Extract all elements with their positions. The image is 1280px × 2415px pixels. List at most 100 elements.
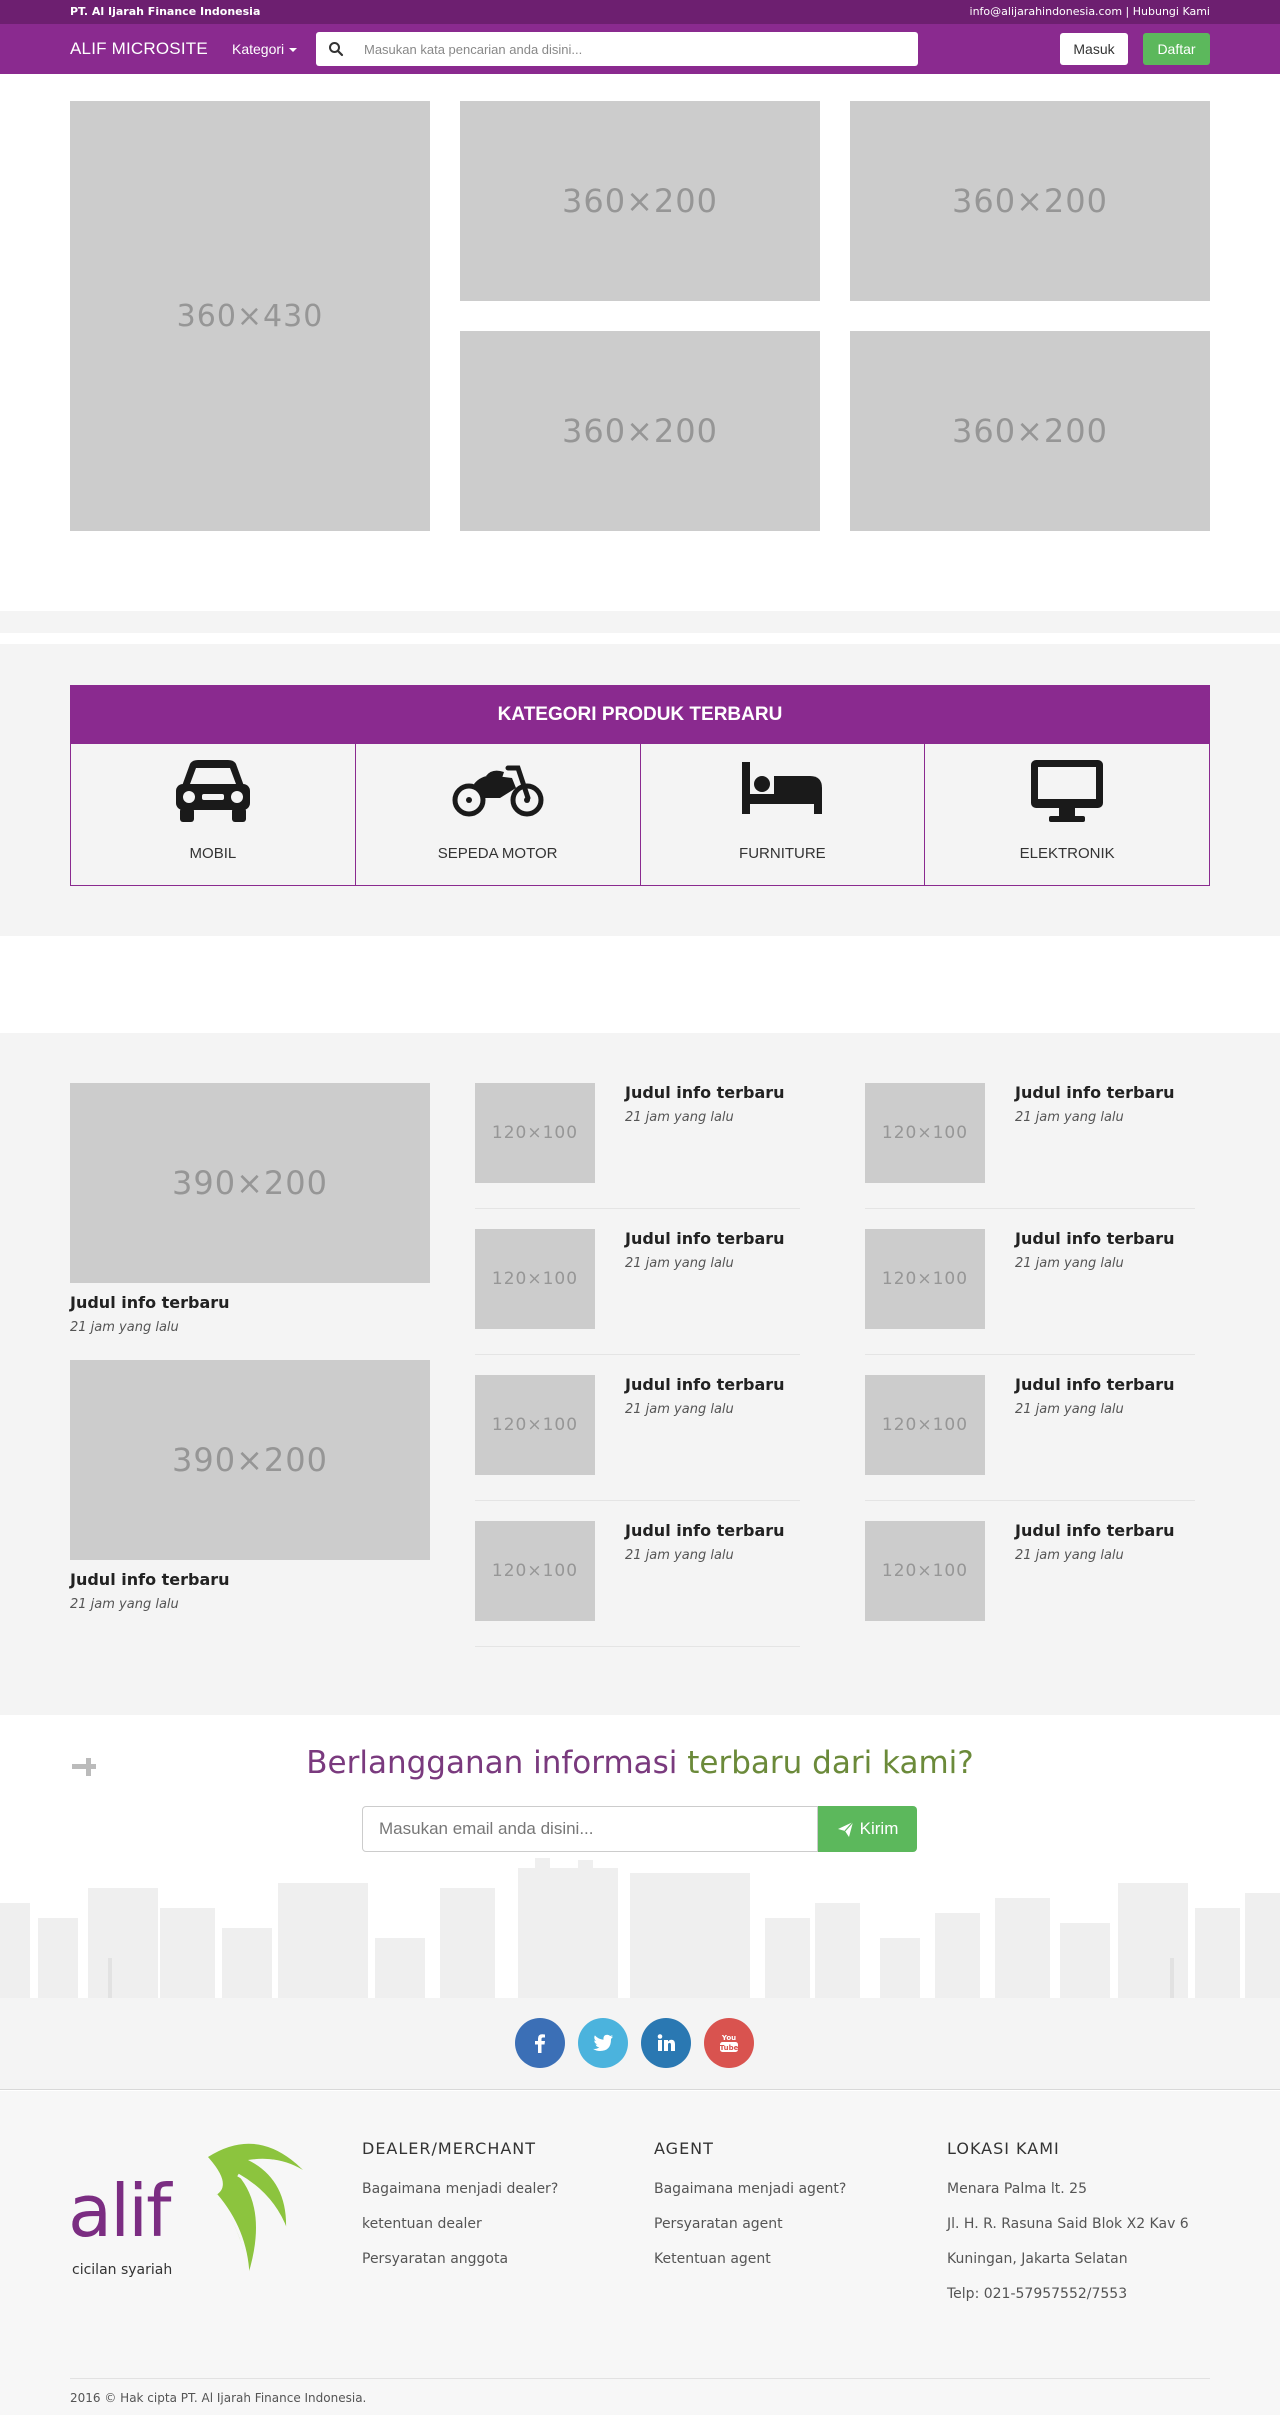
- footer-dealer-link[interactable]: ketentuan dealer: [362, 2216, 482, 2232]
- news-thumb-image[interactable]: 120×100: [865, 1521, 985, 1621]
- news-featured-time: 21 jam yang lalu: [70, 1597, 179, 1612]
- search-icon: [329, 42, 344, 57]
- caret-down-icon: [289, 48, 298, 53]
- subscribe-title: Berlangganan informasi terbaru dari kami…: [0, 1745, 1280, 1781]
- footer-dealer-title: DEALER/MERCHANT: [362, 2139, 537, 2158]
- news-separator: [475, 1500, 800, 1501]
- news-thumb-image[interactable]: 120×100: [865, 1375, 985, 1475]
- kategori-dropdown[interactable]: Kategori: [232, 41, 298, 57]
- footer-divider: [70, 2378, 1210, 2379]
- hero-tile-image[interactable]: 360×200: [850, 331, 1210, 531]
- subscribe-form: Kirim: [362, 1806, 917, 1852]
- twitter-button[interactable]: [578, 2018, 628, 2068]
- facebook-icon: [535, 2034, 545, 2053]
- news-featured-title[interactable]: Judul info terbaru: [70, 1293, 230, 1312]
- search-input[interactable]: [364, 38, 904, 60]
- kategori-label: MOBIL: [189, 845, 237, 862]
- news-separator: [865, 1500, 1195, 1501]
- contact-email-link[interactable]: info@alijarahindonesia.com: [970, 5, 1123, 18]
- logo-text: alif: [68, 2169, 171, 2253]
- kategori-label: SEPEDA MOTOR: [437, 845, 558, 862]
- footer-agent-link[interactable]: Bagaimana menjadi agent?: [654, 2181, 846, 2197]
- alif-leaf-icon: [208, 2143, 303, 2276]
- news-item-title[interactable]: Judul info terbaru: [625, 1521, 785, 1540]
- linkedin-icon: [657, 2034, 675, 2051]
- top-bar: PT. Al Ijarah Finance Indonesia info@ali…: [0, 0, 1280, 24]
- twitter-icon: [593, 2034, 613, 2051]
- footer-address-line: Menara Palma lt. 25: [947, 2181, 1087, 2197]
- subscribe-send-label: Kirim: [859, 1819, 899, 1838]
- footer-dealer-link[interactable]: Persyaratan anggota: [362, 2251, 508, 2267]
- footer-lokasi-title: LOKASI KAMI: [947, 2139, 1060, 2158]
- news-separator: [475, 1208, 800, 1209]
- news-item-title[interactable]: Judul info terbaru: [1015, 1375, 1175, 1394]
- alif-logo[interactable]: alif cicilan syariah: [68, 2135, 318, 2285]
- svg-text:Tube: Tube: [720, 2044, 739, 2052]
- news-separator: [865, 1208, 1195, 1209]
- footer-phone: Telp: 021-57957552/7553: [947, 2286, 1128, 2302]
- news-item-title[interactable]: Judul info terbaru: [625, 1375, 785, 1394]
- hubungi-kami-link[interactable]: Hubungi Kami: [1133, 5, 1210, 18]
- brand-logo[interactable]: ALIF MICROSITE: [70, 39, 208, 59]
- news-separator: [865, 1354, 1195, 1355]
- footer-agent-link[interactable]: Ketentuan agent: [654, 2251, 771, 2267]
- social-band: [0, 1998, 1280, 2090]
- news-item-title[interactable]: Judul info terbaru: [1015, 1521, 1175, 1540]
- news-thumb-image[interactable]: 120×100: [475, 1083, 595, 1183]
- kategori-title: KATEGORI PRODUK TERBARU: [71, 686, 1209, 744]
- hero-main-image[interactable]: 360×430: [70, 101, 430, 531]
- subscribe-title-part1: Berlangganan informasi: [306, 1745, 688, 1781]
- footer-agent-link[interactable]: Persyaratan agent: [654, 2216, 783, 2232]
- register-button[interactable]: Daftar: [1143, 33, 1210, 65]
- footer-agent-title: AGENT: [654, 2139, 714, 2158]
- car-icon: [175, 760, 250, 822]
- paper-plane-icon: [837, 1821, 854, 1837]
- subscribe-email-input[interactable]: [362, 1806, 818, 1852]
- kategori-item-mobil[interactable]: MOBIL: [71, 744, 356, 885]
- kategori-item-elektronik[interactable]: ELEKTRONIK: [925, 744, 1209, 885]
- main-navbar: ALIF MICROSITE Kategori Masuk Daftar: [0, 24, 1280, 74]
- news-item-time: 21 jam yang lalu: [1015, 1548, 1124, 1563]
- logo-tagline: cicilan syariah: [72, 2262, 173, 2278]
- news-item-time: 21 jam yang lalu: [625, 1110, 734, 1125]
- news-featured-title[interactable]: Judul info terbaru: [70, 1570, 230, 1589]
- news-thumb-image[interactable]: 120×100: [865, 1229, 985, 1329]
- news-thumb-image[interactable]: 120×100: [865, 1083, 985, 1183]
- news-featured-time: 21 jam yang lalu: [70, 1320, 179, 1335]
- city-skyline-illustration: [0, 1858, 1280, 1998]
- news-thumb-image[interactable]: 120×100: [475, 1521, 595, 1621]
- news-item-title[interactable]: Judul info terbaru: [625, 1083, 785, 1102]
- news-item-time: 21 jam yang lalu: [1015, 1402, 1124, 1417]
- news-featured-image[interactable]: 390×200: [70, 1083, 430, 1283]
- hero-tile-image[interactable]: 360×200: [460, 331, 820, 531]
- news-item-title[interactable]: Judul info terbaru: [625, 1229, 785, 1248]
- kategori-label: FURNITURE: [739, 845, 826, 862]
- login-button[interactable]: Masuk: [1060, 33, 1128, 65]
- linkedin-button[interactable]: [641, 2018, 691, 2068]
- contact-separator: |: [1122, 5, 1133, 18]
- news-featured-image[interactable]: 390×200: [70, 1360, 430, 1560]
- kategori-label: ELEKTRONIK: [1019, 845, 1115, 862]
- youtube-button[interactable]: You Tube: [704, 2018, 754, 2068]
- search-box: [316, 32, 918, 66]
- news-item-time: 21 jam yang lalu: [1015, 1256, 1124, 1271]
- kategori-item-sepeda-motor[interactable]: SEPEDA MOTOR: [356, 744, 641, 885]
- top-contact: info@alijarahindonesia.com | Hubungi Kam…: [970, 5, 1210, 18]
- kategori-item-furniture[interactable]: FURNITURE: [641, 744, 926, 885]
- subscribe-send-button[interactable]: Kirim: [818, 1806, 917, 1852]
- youtube-icon: You Tube: [720, 2034, 739, 2052]
- facebook-button[interactable]: [515, 2018, 565, 2068]
- footer-dealer-link[interactable]: Bagaimana menjadi dealer?: [362, 2181, 558, 2197]
- news-item-time: 21 jam yang lalu: [1015, 1110, 1124, 1125]
- kategori-panel: KATEGORI PRODUK TERBARU MOBIL SEPEDA MOT…: [70, 685, 1210, 886]
- desktop-icon: [1031, 760, 1104, 822]
- news-item-title[interactable]: Judul info terbaru: [1015, 1229, 1175, 1248]
- news-item-title[interactable]: Judul info terbaru: [1015, 1083, 1175, 1102]
- news-thumb-image[interactable]: 120×100: [475, 1375, 595, 1475]
- footer-address-line: Kuningan, Jakarta Selatan: [947, 2251, 1128, 2267]
- hero-tile-image[interactable]: 360×200: [850, 101, 1210, 301]
- copyright: 2016 © Hak cipta PT. Al Ijarah Finance I…: [70, 2391, 367, 2405]
- news-thumb-image[interactable]: 120×100: [475, 1229, 595, 1329]
- hero-tile-image[interactable]: 360×200: [460, 101, 820, 301]
- subscribe-title-part2: terbaru dari kami?: [687, 1745, 974, 1781]
